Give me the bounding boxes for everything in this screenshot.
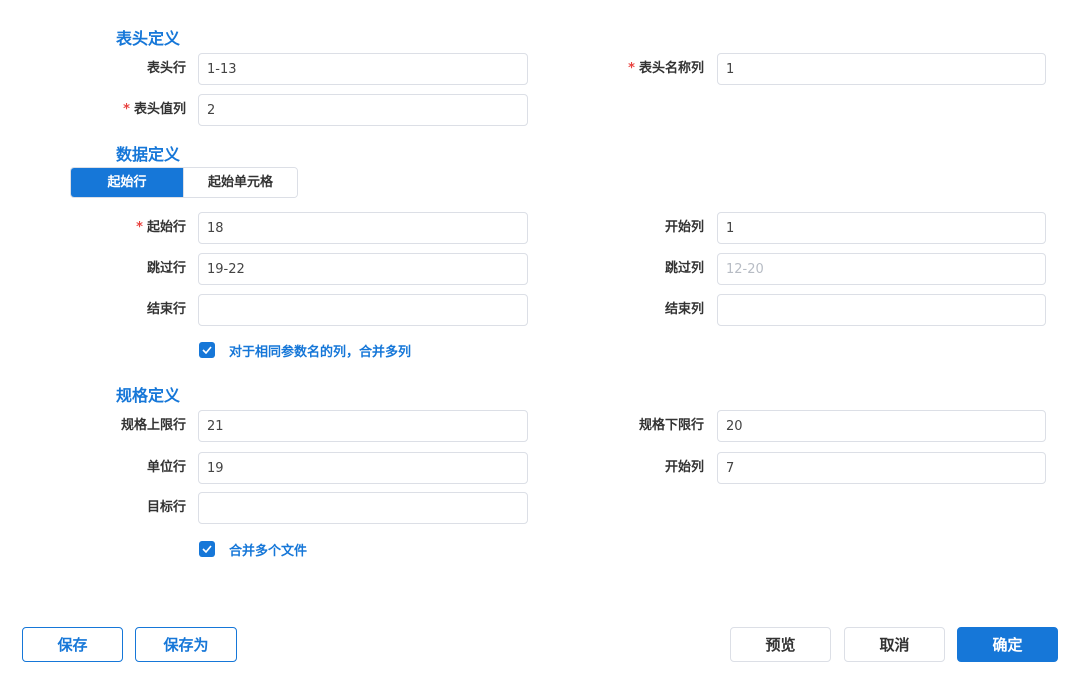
tab-start-cell[interactable]: 起始单元格 <box>183 168 297 197</box>
start-row-label: * 起始行 <box>136 220 186 235</box>
merge-same-param-label: 对于相同参数名的列，合并多列 <box>229 344 412 360</box>
required-mark: * <box>123 102 130 117</box>
upper-limit-row-input[interactable] <box>198 410 528 442</box>
save-button[interactable]: 保存 <box>22 627 123 662</box>
spec-section-title: 规格定义 <box>116 386 181 405</box>
end-col-input[interactable] <box>717 294 1046 326</box>
required-mark: * <box>136 220 143 235</box>
unit-row-label: 单位行 <box>146 460 186 475</box>
start-mode-segmented-control: 起始行 起始单元格 <box>70 167 298 198</box>
spec-start-col-label: 开始列 <box>664 460 704 475</box>
header-value-col-label: * 表头值列 <box>123 102 186 117</box>
target-row-label: 目标行 <box>146 500 186 515</box>
spec-start-col-input[interactable] <box>717 452 1046 484</box>
header-name-col-input[interactable] <box>717 53 1046 85</box>
start-col-input[interactable] <box>717 212 1046 244</box>
lower-limit-row-input[interactable] <box>717 410 1046 442</box>
header-value-col-input[interactable] <box>198 94 528 126</box>
end-col-label: 结束列 <box>664 302 704 317</box>
data-section-title: 数据定义 <box>116 145 181 164</box>
merge-files-option: 合并多个文件 <box>199 540 308 559</box>
unit-row-input[interactable] <box>198 452 528 484</box>
confirm-button[interactable]: 确定 <box>957 627 1058 662</box>
merge-files-checkbox[interactable] <box>199 541 215 557</box>
header-name-col-label: * 表头名称列 <box>628 61 704 76</box>
skip-row-input[interactable] <box>198 253 528 285</box>
merge-files-label: 合并多个文件 <box>229 543 308 559</box>
end-row-label: 结束行 <box>146 302 186 317</box>
target-row-input[interactable] <box>198 492 528 524</box>
cancel-button[interactable]: 取消 <box>844 627 945 662</box>
required-mark: * <box>628 61 635 76</box>
start-row-input[interactable] <box>198 212 528 244</box>
header-row-input[interactable] <box>198 53 528 85</box>
upper-limit-row-label: 规格上限行 <box>120 418 186 433</box>
merge-same-param-option: 对于相同参数名的列，合并多列 <box>199 341 412 360</box>
preview-button[interactable]: 预览 <box>730 627 831 662</box>
checkmark-icon <box>202 346 212 354</box>
lower-limit-row-label: 规格下限行 <box>638 418 704 433</box>
save-as-button[interactable]: 保存为 <box>135 627 237 662</box>
end-row-input[interactable] <box>198 294 528 326</box>
merge-same-param-checkbox[interactable] <box>199 342 215 358</box>
skip-col-label: 跳过列 <box>664 261 704 276</box>
header-row-label: 表头行 <box>146 61 186 76</box>
header-section-title: 表头定义 <box>116 29 181 48</box>
start-col-label: 开始列 <box>664 220 704 235</box>
checkmark-icon <box>202 545 212 553</box>
tab-start-row[interactable]: 起始行 <box>71 168 183 197</box>
skip-col-input[interactable] <box>717 253 1046 285</box>
skip-row-label: 跳过行 <box>146 261 186 276</box>
